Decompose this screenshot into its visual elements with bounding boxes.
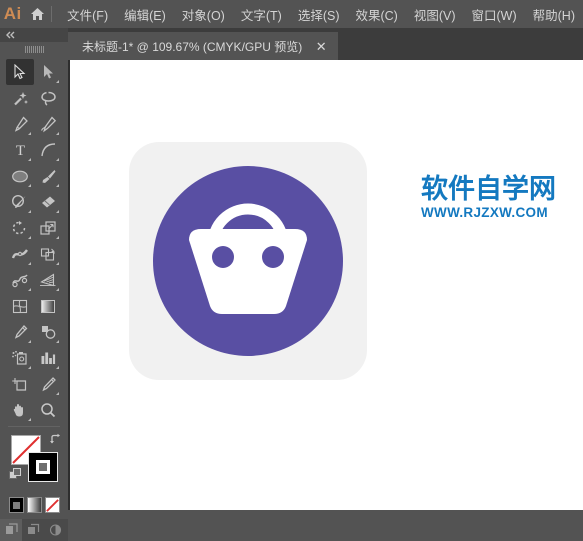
tools-panel-collapse-button[interactable]: [0, 28, 68, 42]
blend-tool[interactable]: [34, 319, 62, 345]
tool-grid: T: [0, 56, 68, 423]
illustrator-window: Ai 文件(F) 编辑(E) 对象(O) 文字(T) 选择(S) 效果(C) 视…: [0, 0, 583, 541]
bag-dot-right: [262, 246, 284, 268]
selection-tool[interactable]: [6, 59, 34, 85]
home-icon[interactable]: [25, 0, 49, 28]
canvas-left-border: [68, 60, 70, 510]
eyedropper-tool[interactable]: [6, 319, 34, 345]
menu-select[interactable]: 选择(S): [290, 0, 348, 28]
stroke-swatch[interactable]: [28, 452, 58, 482]
ai-logo-icon: Ai: [3, 4, 22, 23]
menu-view[interactable]: 视图(V): [406, 0, 464, 28]
shopping-bag-icon[interactable]: [153, 166, 343, 356]
bag-dot-left: [212, 246, 234, 268]
menu-divider: [51, 6, 53, 22]
svg-text:T: T: [15, 143, 24, 159]
watermark-en-text: WWW.RJZXW.COM: [421, 205, 548, 220]
curvature-tool[interactable]: [34, 111, 62, 137]
pen-tool[interactable]: [6, 111, 34, 137]
swap-fill-stroke-icon[interactable]: [49, 433, 62, 451]
gradient-tool[interactable]: [34, 293, 62, 319]
paintbrush-tool[interactable]: [34, 163, 62, 189]
none-slash-icon: [46, 498, 59, 512]
default-fill-stroke-icon[interactable]: [9, 467, 21, 485]
close-icon[interactable]: ✕: [314, 40, 328, 53]
watermark: 软件自学网 WWW.RJZXW.COM: [421, 176, 583, 220]
screen-mode-buttons: [0, 519, 68, 541]
rotate-tool[interactable]: [6, 215, 34, 241]
watermark-cn-text: 软件自学网: [421, 174, 556, 205]
menu-file[interactable]: 文件(F): [59, 0, 116, 28]
color-mode-button[interactable]: [9, 497, 24, 513]
free-transform-tool[interactable]: [34, 241, 62, 267]
zoom-tool[interactable]: [34, 397, 62, 423]
menu-help[interactable]: 帮助(H): [525, 0, 583, 28]
tools-panel-drag-handle[interactable]: [0, 42, 68, 56]
double-chevron-left-icon: [6, 31, 15, 39]
canvas-area[interactable]: 软件自学网 WWW.RJZXW.COM: [68, 60, 583, 510]
perspective-grid-tool[interactable]: [34, 267, 62, 293]
menu-bar: Ai 文件(F) 编辑(E) 对象(O) 文字(T) 选择(S) 效果(C) 视…: [0, 0, 583, 28]
none-mode-button[interactable]: [45, 497, 60, 513]
slice-tool[interactable]: [34, 371, 62, 397]
toolbar-divider: [8, 426, 60, 427]
shape-builder-tool[interactable]: [6, 267, 34, 293]
symbol-sprayer-tool[interactable]: [6, 345, 34, 371]
menu-window[interactable]: 窗口(W): [464, 0, 525, 28]
color-controls: [0, 431, 68, 493]
magic-wand-tool[interactable]: [6, 85, 34, 111]
mesh-tool[interactable]: [6, 293, 34, 319]
screen-mode-fullscreen-button[interactable]: [44, 519, 66, 541]
gradient-mode-button[interactable]: [27, 497, 42, 513]
width-tool[interactable]: [6, 241, 34, 267]
scale-tool[interactable]: [34, 215, 62, 241]
screen-mode-normal-button[interactable]: [0, 519, 22, 541]
artboard-tool[interactable]: [6, 371, 34, 397]
menu-object[interactable]: 对象(O): [174, 0, 233, 28]
document-tab[interactable]: 未标题-1* @ 109.67% (CMYK/GPU 预览) ✕: [68, 32, 339, 60]
menu-type[interactable]: 文字(T): [233, 0, 290, 28]
hand-tool[interactable]: [6, 397, 34, 423]
type-tool[interactable]: T: [6, 137, 34, 163]
tools-panel: T: [0, 28, 68, 541]
menu-edit[interactable]: 编辑(E): [116, 0, 174, 28]
ellipse-tool[interactable]: [6, 163, 34, 189]
lasso-tool[interactable]: [34, 85, 62, 111]
fill-mode-buttons: [0, 493, 68, 513]
line-segment-tool[interactable]: [34, 137, 62, 163]
screen-mode-fullscreen-menubar-button[interactable]: [22, 519, 44, 541]
shaper-tool[interactable]: [6, 189, 34, 215]
menu-effect[interactable]: 效果(C): [347, 0, 405, 28]
document-tab-title: 未标题-1* @ 109.67% (CMYK/GPU 预览): [82, 39, 303, 54]
document-tab-bar: 未标题-1* @ 109.67% (CMYK/GPU 预览) ✕: [68, 28, 583, 60]
direct-selection-tool[interactable]: [34, 59, 62, 85]
column-graph-tool[interactable]: [34, 345, 62, 371]
eraser-tool[interactable]: [34, 189, 62, 215]
